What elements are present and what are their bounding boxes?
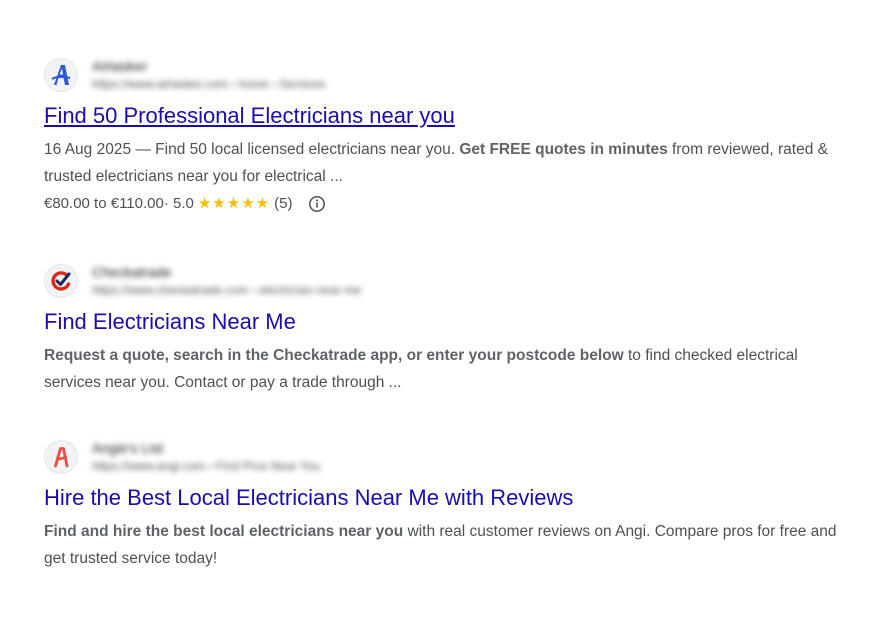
rating-stars: ★★★★★	[197, 195, 271, 212]
rating-value: · 5.0	[163, 195, 194, 212]
snippet-text: — Find 50 local licensed electricians ne…	[131, 141, 460, 158]
price-range: €80.00 to €110.00	[44, 195, 164, 212]
review-count: (5)	[274, 195, 293, 212]
angi-a-icon	[44, 440, 78, 474]
result-snippet: Request a quote, search in the Checkatra…	[44, 342, 844, 396]
site-info[interactable]: Checkatrade https://www.checkatrade.com …	[44, 262, 844, 302]
result-title-link[interactable]: Find 50 Professional Electricians near y…	[44, 101, 844, 131]
site-name: Angie's List	[92, 440, 164, 456]
site-name: Airtasker	[92, 58, 148, 74]
site-info[interactable]: Airtasker https://www.airtasker.com › ho…	[44, 56, 844, 96]
rating-row: €80.00 to €110.00 · 5.0 ★★★★★ (5)	[44, 192, 844, 216]
airtasker-a-icon	[44, 58, 78, 92]
result-snippet: Find and hire the best local electrician…	[44, 518, 844, 572]
search-result-airtasker: Airtasker https://www.airtasker.com › ho…	[44, 56, 844, 216]
site-url: https://www.airtasker.com › home › Servi…	[92, 77, 326, 91]
site-name: Checkatrade	[92, 264, 172, 280]
site-url: https://www.angi.com › Find Pros Near Yo…	[92, 459, 321, 473]
result-title-link[interactable]: Find Electricians Near Me	[44, 307, 844, 337]
result-date: 16 Aug 2025	[44, 141, 132, 158]
search-result-angi: Angie's List https://www.angi.com › Find…	[44, 438, 844, 572]
result-title-link[interactable]: Hire the Best Local Electricians Near Me…	[44, 483, 844, 513]
result-snippet: 16 Aug 2025 — Find 50 local licensed ele…	[44, 136, 844, 190]
search-result-checkatrade: Checkatrade https://www.checkatrade.com …	[44, 262, 844, 396]
snippet-bold-text: Get FREE quotes in minutes	[459, 141, 668, 158]
site-url: https://www.checkatrade.com › electricia…	[92, 283, 362, 297]
snippet-bold-text: Find and hire the best local electrician…	[44, 523, 404, 540]
site-info[interactable]: Angie's List https://www.angi.com › Find…	[44, 438, 844, 478]
checkatrade-check-icon	[44, 264, 78, 298]
snippet-bold-text: Request a quote, search in the Checkatra…	[44, 347, 624, 364]
info-icon[interactable]	[308, 195, 326, 213]
